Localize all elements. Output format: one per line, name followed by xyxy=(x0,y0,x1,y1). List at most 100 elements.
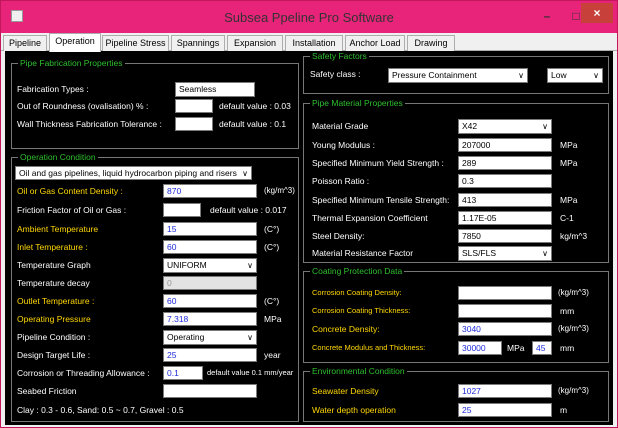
steel-density-unit: kg/m^3 xyxy=(560,231,588,241)
resistance-factor-label: Material Resistance Factor xyxy=(312,248,414,258)
coating-thickness-label: Corrosion Coating Thickness: xyxy=(312,306,411,315)
concrete-thickness-unit: mm xyxy=(560,343,575,353)
tab-installation[interactable]: Installation xyxy=(285,35,343,51)
seawater-density-label: Seawater Density xyxy=(312,386,379,396)
chevron-down-icon: ∨ xyxy=(242,169,248,178)
group-title: Operation Condition xyxy=(18,152,98,163)
friction-label: Friction Factor of Oil or Gas : xyxy=(17,205,127,215)
operation-panel: Pipe Fabrication Properties Fabrication … xyxy=(5,51,613,425)
tab-anchor-load[interactable]: Anchor Load xyxy=(345,35,405,51)
coating-thickness-input[interactable] xyxy=(458,304,552,318)
poisson-ratio-input[interactable]: 0.3 xyxy=(458,174,552,188)
water-depth-label: Water depth operation xyxy=(312,405,396,415)
smys-label: Specified Minimum Yield Strength : xyxy=(312,158,444,168)
minimize-button[interactable]: – xyxy=(536,1,558,31)
tab-operation[interactable]: Operation xyxy=(49,33,101,52)
young-modulus-input[interactable]: 207000 xyxy=(458,138,552,152)
chevron-down-icon: ∨ xyxy=(542,249,548,258)
out-of-roundness-label: Out of Roundness (ovalisation) % : xyxy=(17,101,149,111)
steel-density-label: Steel Density: xyxy=(312,231,365,241)
temperature-graph-select[interactable]: UNIFORM ∨ xyxy=(163,258,257,273)
safety-class-label: Safety class : xyxy=(310,69,361,79)
title-bar: Subsea Ppeline Pro Software – □ × xyxy=(1,1,617,33)
wall-thickness-input[interactable] xyxy=(175,117,213,131)
corrosion-allowance-default: default value 0.1 mm/year xyxy=(207,368,294,377)
safety-level-select[interactable]: Low ∨ xyxy=(547,68,603,83)
window-title: Subsea Ppeline Pro Software xyxy=(224,10,394,25)
concrete-thickness-input[interactable]: 45 xyxy=(532,341,552,355)
poisson-ratio-label: Poisson Ratio : xyxy=(312,176,370,186)
temperature-decay-input[interactable]: 0 xyxy=(163,276,257,290)
smts-input[interactable]: 413 xyxy=(458,193,552,207)
environment-group: Environmental Condition Seawater Density… xyxy=(303,366,609,422)
water-depth-unit: m xyxy=(560,405,568,415)
tab-drawing[interactable]: Drawing xyxy=(407,35,455,51)
pipeline-condition-select[interactable]: Operating ∨ xyxy=(163,330,257,345)
density-unit: (kg/m^3) xyxy=(264,186,295,195)
design-life-label: Design Target Life : xyxy=(17,350,91,360)
material-grade-label: Material Grade xyxy=(312,121,369,131)
corrosion-allowance-label: Corrosion or Threading Allowance : xyxy=(17,368,150,378)
group-title: Pipe Fabrication Properties xyxy=(18,58,125,69)
concrete-modulus-input[interactable]: 30000 xyxy=(458,341,502,355)
out-of-roundness-input[interactable] xyxy=(175,99,213,113)
smys-unit: MPa xyxy=(560,158,578,168)
inlet-unit: (C°) xyxy=(264,242,280,252)
pressure-label: Operating Pressure xyxy=(17,314,91,324)
coating-density-unit: (kg/m^3) xyxy=(558,288,589,297)
app-window: Subsea Ppeline Pro Software – □ × Pipeli… xyxy=(0,0,618,428)
fabrication-types-select[interactable]: Seamless xyxy=(175,82,255,97)
temperature-graph-label: Temperature Graph xyxy=(17,260,91,270)
density-label: Oil or Gas Content Density : xyxy=(17,186,123,196)
coating-density-label: Corrosion Coating Density: xyxy=(312,288,402,297)
ambient-unit: (C°) xyxy=(264,224,280,234)
group-title: Coating Protection Data xyxy=(310,266,405,277)
concrete-density-label: Concrete Density: xyxy=(312,324,380,334)
safety-class-select[interactable]: Pressure Containment ∨ xyxy=(388,68,528,83)
density-input[interactable]: 870 xyxy=(163,184,257,198)
group-title: Pipe Material Properties xyxy=(310,98,405,109)
seawater-density-input[interactable]: 1027 xyxy=(458,384,552,398)
inlet-input[interactable]: 60 xyxy=(163,240,257,254)
material-grade-select[interactable]: X42 ∨ xyxy=(458,119,552,134)
friction-input[interactable] xyxy=(163,203,201,217)
seawater-density-unit: (kg/m^3) xyxy=(558,386,589,395)
close-button[interactable]: × xyxy=(581,3,613,23)
thermal-expansion-unit: C-1 xyxy=(560,213,574,223)
friction-default: default value : 0.017 xyxy=(210,205,287,215)
outlet-unit: (C°) xyxy=(264,296,280,306)
material-properties-group: Pipe Material Properties Material Grade … xyxy=(303,98,609,263)
chevron-down-icon: ∨ xyxy=(247,261,253,270)
ambient-input[interactable]: 15 xyxy=(163,222,257,236)
group-title: Safety Factors xyxy=(310,51,369,62)
wall-thickness-label: Wall Thickness Fabrication Tolerance : xyxy=(17,119,162,129)
design-life-input[interactable]: 25 xyxy=(163,348,257,362)
fabrication-group: Pipe Fabrication Properties Fabrication … xyxy=(11,58,299,149)
tab-spannings[interactable]: Spannings xyxy=(171,35,225,51)
design-life-unit: year xyxy=(264,350,281,360)
pressure-input[interactable]: 7.318 xyxy=(163,312,257,326)
concrete-density-input[interactable]: 3040 xyxy=(458,322,552,336)
concrete-modulus-unit: MPa xyxy=(507,343,525,353)
water-depth-input[interactable]: 25 xyxy=(458,403,552,417)
tab-pipeline[interactable]: Pipeline xyxy=(3,35,47,51)
outlet-input[interactable]: 60 xyxy=(163,294,257,308)
coating-density-input[interactable] xyxy=(458,286,552,300)
thermal-expansion-label: Thermal Expansion Coefficient xyxy=(312,213,428,223)
resistance-factor-select[interactable]: SLS/FLS ∨ xyxy=(458,246,552,261)
service-type-select[interactable]: Oil and gas pipelines, liquid hydrocarbo… xyxy=(15,166,252,180)
seabed-friction-input[interactable] xyxy=(163,384,257,398)
fabrication-types-label: Fabrication Types : xyxy=(17,84,89,94)
chevron-down-icon: ∨ xyxy=(247,333,253,342)
seabed-friction-label: Seabed Friction xyxy=(17,386,77,396)
young-modulus-label: Young Modulus : xyxy=(312,140,376,150)
tab-pipeline-stress[interactable]: Pipeline Stress xyxy=(102,35,169,51)
temperature-decay-label: Temperature decay xyxy=(17,278,90,288)
thermal-expansion-input[interactable]: 1.17E-05 xyxy=(458,211,552,225)
steel-density-input[interactable]: 7850 xyxy=(458,229,552,243)
chevron-down-icon: ∨ xyxy=(593,71,599,80)
tab-expansion[interactable]: Expansion xyxy=(227,35,283,51)
smys-input[interactable]: 289 xyxy=(458,156,552,170)
corrosion-allowance-input[interactable]: 0.1 xyxy=(163,366,203,380)
outlet-label: Outlet Temperature : xyxy=(17,296,95,306)
